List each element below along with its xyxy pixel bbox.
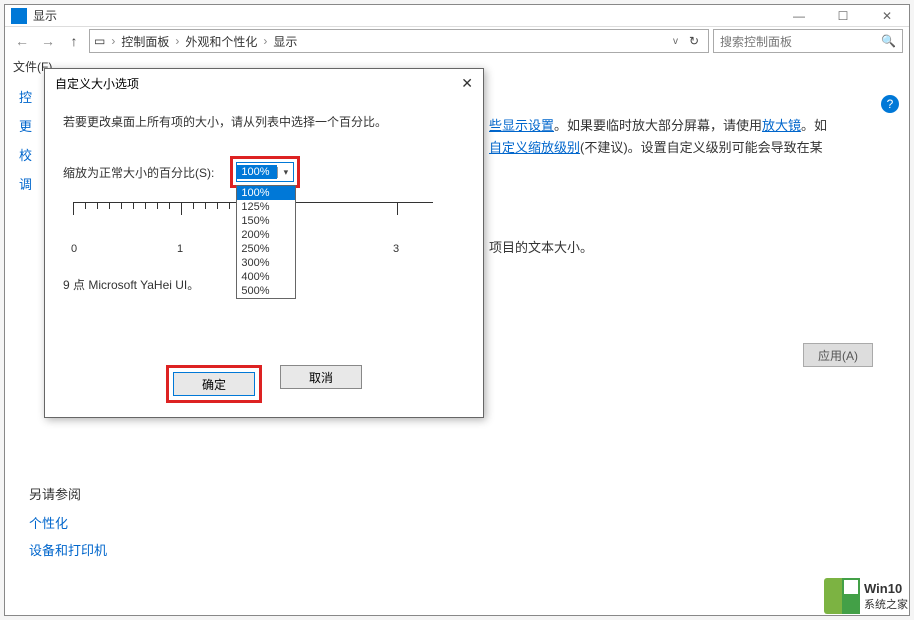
scale-dropdown: 100% 125% 150% 200% 250% 300% 400% 500% [236, 185, 296, 299]
scale-option[interactable]: 400% [237, 270, 295, 284]
folder-icon: ▭ [94, 34, 105, 48]
search-box[interactable]: 搜索控制面板 🔍 [713, 29, 903, 53]
titlebar: 显示 — ☐ ✕ [5, 5, 909, 27]
dialog-close-button[interactable]: ✕ [461, 75, 473, 92]
dialog-buttons: 确定 取消 [45, 365, 483, 403]
text: 。如果要临时放大部分屏幕，请使用 [554, 118, 762, 133]
crumb-sep: › [263, 34, 267, 48]
search-icon[interactable]: 🔍 [881, 34, 896, 48]
scale-combo-highlight: 100% ▾ 100% 125% 150% 200% 250% 300% 400… [230, 156, 300, 188]
cancel-button[interactable]: 取消 [280, 365, 362, 389]
ok-button[interactable]: 确定 [173, 372, 255, 396]
ruler-mark: 3 [393, 243, 399, 255]
text: (不建议)。设置自定义级别可能会导致在某 [580, 140, 823, 155]
scale-option[interactable]: 500% [237, 284, 295, 298]
scale-option[interactable]: 150% [237, 214, 295, 228]
ok-highlight: 确定 [166, 365, 262, 403]
main-text: 些显示设置。如果要临时放大部分屏幕，请使用放大镜。如 自定义缩放级别(不建议)。… [489, 115, 885, 259]
link-personalization[interactable]: 个性化 [29, 513, 107, 532]
custom-size-dialog: 自定义大小选项 ✕ 若要更改桌面上所有项的大小，请从列表中选择一个百分比。 缩放… [44, 68, 484, 418]
dialog-intro: 若要更改桌面上所有项的大小，请从列表中选择一个百分比。 [63, 113, 465, 130]
window-buttons: — ☐ ✕ [777, 5, 909, 27]
scale-label: 缩放为正常大小的百分比(S): [63, 164, 214, 181]
dialog-titlebar: 自定义大小选项 ✕ [45, 69, 483, 97]
scale-value: 100% [237, 165, 277, 179]
dialog-title: 自定义大小选项 [55, 75, 139, 92]
scale-combobox[interactable]: 100% ▾ [236, 162, 294, 182]
footer-header: 另请参阅 [29, 484, 107, 503]
forward-button[interactable]: → [37, 30, 59, 52]
footer: 另请参阅 个性化 设备和打印机 [29, 484, 107, 567]
crumb-sep: › [175, 34, 179, 48]
scale-option[interactable]: 300% [237, 256, 295, 270]
ruler-mark: 1 [177, 243, 183, 255]
text: 。如 [801, 118, 827, 133]
address-bar[interactable]: ▭ › 控制面板 › 外观和个性化 › 显示 v ↻ [89, 29, 709, 53]
scale-option[interactable]: 200% [237, 228, 295, 242]
watermark-brand: Win10 [864, 581, 908, 596]
scale-option[interactable]: 125% [237, 200, 295, 214]
link-devices-printers[interactable]: 设备和打印机 [29, 540, 107, 559]
close-button[interactable]: ✕ [865, 5, 909, 27]
link-display-settings[interactable]: 些显示设置 [489, 118, 554, 133]
scale-option[interactable]: 100% [237, 186, 295, 200]
scale-row: 缩放为正常大小的百分比(S): 100% ▾ 100% 125% 150% 20… [63, 156, 465, 188]
navbar: ← → ↑ ▭ › 控制面板 › 外观和个性化 › 显示 v ↻ 搜索控制面板 … [5, 27, 909, 55]
back-button[interactable]: ← [11, 30, 33, 52]
watermark-sub: 系统之家 [864, 596, 908, 612]
win10-logo-icon [824, 578, 860, 614]
search-placeholder: 搜索控制面板 [720, 33, 792, 50]
up-button[interactable]: ↑ [63, 30, 85, 52]
text: 项目的文本大小。 [489, 240, 593, 255]
link-custom-scaling[interactable]: 自定义缩放级别 [489, 140, 580, 155]
display-icon [11, 8, 27, 24]
address-dropdown-icon[interactable]: v [673, 36, 678, 47]
apply-button[interactable]: 应用(A) [803, 343, 873, 367]
link-magnifier[interactable]: 放大镜 [762, 118, 801, 133]
crumb-appearance[interactable]: 外观和个性化 [185, 33, 257, 50]
chevron-down-icon[interactable]: ▾ [277, 167, 293, 178]
window-title: 显示 [33, 7, 777, 24]
refresh-button[interactable]: ↻ [684, 34, 704, 48]
minimize-button[interactable]: — [777, 5, 821, 27]
ruler-mark: 0 [71, 243, 77, 255]
watermark: Win10 系统之家 [824, 578, 908, 614]
crumb-control-panel[interactable]: 控制面板 [121, 33, 169, 50]
scale-option[interactable]: 250% [237, 242, 295, 256]
maximize-button[interactable]: ☐ [821, 5, 865, 27]
dialog-body: 若要更改桌面上所有项的大小，请从列表中选择一个百分比。 缩放为正常大小的百分比(… [45, 97, 483, 303]
crumb-display[interactable]: 显示 [273, 33, 297, 50]
crumb-sep: › [111, 34, 115, 48]
